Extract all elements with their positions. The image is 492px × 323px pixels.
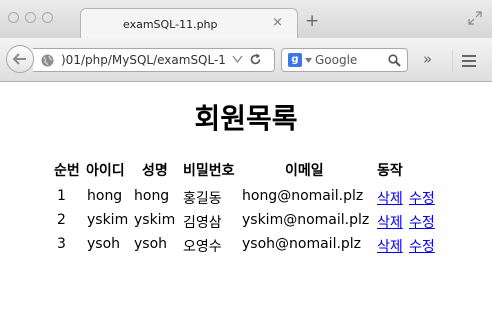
edit-link[interactable]: 수정 — [409, 188, 435, 208]
window-titlebar: examSQL-11.php × + — [0, 0, 492, 39]
header-name: 성명 — [142, 163, 168, 179]
zoom-window-button[interactable] — [42, 12, 53, 23]
edit-link[interactable]: 수정 — [409, 212, 435, 232]
cell-name: ysoh — [134, 236, 168, 252]
cell-password: 오영수 — [183, 239, 222, 255]
dropdown-icon[interactable] — [232, 55, 243, 64]
header-id: 아이디 — [86, 163, 125, 179]
search-icon[interactable] — [388, 54, 401, 67]
google-search-engine-icon[interactable]: g — [288, 53, 302, 67]
cell-no: 1 — [57, 188, 66, 204]
close-window-button[interactable] — [8, 12, 19, 23]
minimize-window-button[interactable] — [25, 12, 36, 23]
search-input[interactable]: Google — [315, 53, 357, 67]
new-tab-button[interactable]: + — [305, 13, 319, 30]
cell-id: yskim — [87, 212, 129, 228]
browser-tab[interactable]: examSQL-11.php × — [80, 8, 298, 39]
delete-link[interactable]: 삭제 — [377, 212, 403, 232]
search-engine-dropdown-icon[interactable] — [305, 58, 312, 63]
edit-link[interactable]: 수정 — [409, 236, 435, 256]
hamburger-menu-icon[interactable] — [452, 50, 482, 72]
cell-id: ysoh — [87, 236, 121, 252]
delete-link[interactable]: 삭제 — [377, 188, 403, 208]
header-email: 이메일 — [285, 163, 324, 179]
tab-title: examSQL-11.php — [123, 18, 218, 31]
cell-name: hong — [134, 188, 170, 204]
globe-icon — [41, 54, 54, 67]
cell-name: yskim — [134, 212, 176, 228]
page-title: 회원목록 — [194, 102, 298, 135]
header-no: 순번 — [54, 163, 80, 179]
cell-email: hong@nomail.plz — [242, 188, 364, 204]
fullscreen-icon[interactable] — [468, 11, 482, 25]
url-text[interactable]: )01/php/MySQL/examSQL-1 — [61, 53, 226, 67]
reload-icon[interactable] — [249, 53, 262, 66]
navigation-toolbar: )01/php/MySQL/examSQL-1 g Google » — [0, 38, 492, 82]
back-arrow-icon — [13, 53, 26, 65]
cell-no: 3 — [57, 236, 66, 252]
cell-password: 홍길동 — [183, 191, 222, 207]
toolbar-overflow-button[interactable]: » — [423, 50, 432, 68]
url-bar[interactable]: )01/php/MySQL/examSQL-1 — [33, 48, 275, 72]
cell-email: ysoh@nomail.plz — [242, 236, 362, 252]
tab-close-icon[interactable]: × — [272, 15, 283, 30]
cell-id: hong — [87, 188, 123, 204]
delete-link[interactable]: 삭제 — [377, 236, 403, 256]
cell-password: 김영삼 — [183, 215, 222, 231]
cell-no: 2 — [57, 212, 66, 228]
search-bar[interactable]: g Google — [281, 48, 408, 72]
url-bar-actions — [230, 49, 274, 71]
header-password: 비밀번호 — [183, 163, 235, 179]
header-action: 동작 — [377, 163, 403, 179]
cell-email: yskim@nomail.plz — [242, 212, 370, 228]
back-button[interactable] — [6, 45, 34, 73]
